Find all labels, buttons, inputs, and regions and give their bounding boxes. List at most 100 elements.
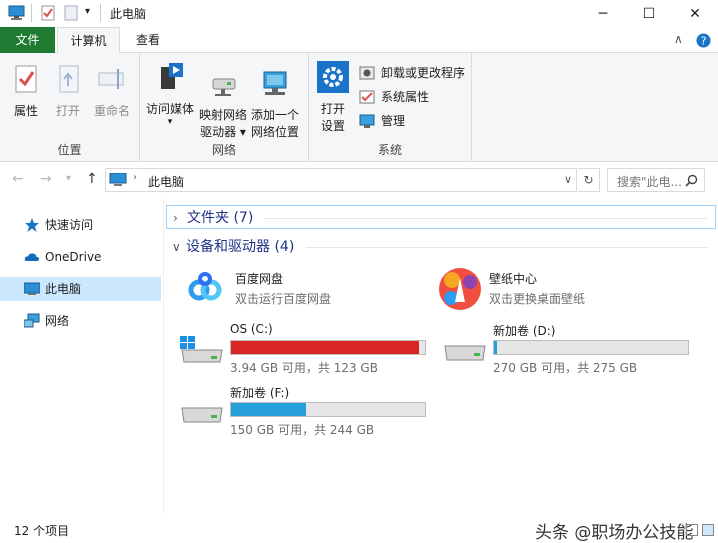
- new-folder-icon[interactable]: [63, 5, 79, 21]
- app-name: 壁纸中心: [489, 272, 538, 286]
- uninstall-label: 卸载或更改程序: [381, 66, 466, 80]
- nav-item-network[interactable]: 网络: [0, 309, 161, 333]
- customize-toolbar-chevron-icon[interactable]: ▾: [85, 6, 90, 17]
- help-icon[interactable]: ?: [696, 33, 711, 48]
- tab-file[interactable]: 文件: [0, 27, 55, 53]
- search-input[interactable]: 搜索"此电...: [607, 168, 705, 192]
- drive-d[interactable]: 新加卷 (D:) 270 GB 可用，共 275 GB: [443, 322, 693, 378]
- breadcrumb-current[interactable]: 此电脑: [148, 173, 184, 190]
- address-dropdown-icon[interactable]: ∨: [564, 173, 572, 186]
- group-header-devices[interactable]: ∨ 设备和驱动器 (4): [166, 235, 716, 259]
- expand-chevron-icon[interactable]: ›: [173, 206, 178, 230]
- window-title: 此电脑: [110, 7, 147, 21]
- add-network-location-label-2: 网络位置: [250, 125, 299, 139]
- windows-drive-icon: [180, 336, 223, 363]
- drive-usage-bar: [230, 340, 426, 355]
- tab-computer[interactable]: 计算机: [57, 27, 120, 54]
- nav-item-this-pc[interactable]: 此电脑: [0, 277, 161, 301]
- properties-check-icon[interactable]: [40, 5, 56, 21]
- computer-icon: [109, 173, 127, 186]
- tiles-view-icon[interactable]: [702, 524, 714, 536]
- group-title: 设备和驱动器 (4): [186, 239, 295, 255]
- address-bar[interactable]: › 此电脑 ∨: [105, 168, 577, 192]
- drive-c[interactable]: OS (C:) 3.94 GB 可用，共 123 GB: [180, 322, 430, 378]
- group-label-location: 位置: [57, 143, 82, 157]
- svg-text:?: ?: [701, 35, 707, 48]
- drive-f[interactable]: 新加卷 (F:) 150 GB 可用，共 244 GB: [180, 384, 430, 440]
- nav-item-label: 快速访问: [45, 218, 94, 232]
- uninstall-programs-button[interactable]: 卸载或更改程序: [359, 63, 465, 83]
- group-header-folders[interactable]: › 文件夹 (7): [166, 205, 716, 229]
- star-icon: [25, 218, 39, 232]
- collapse-chevron-icon[interactable]: ∨: [172, 235, 181, 259]
- divider: [31, 4, 32, 22]
- refresh-button[interactable]: ↻: [578, 168, 600, 192]
- nav-item-label: OneDrive: [45, 250, 102, 264]
- details-view-icon[interactable]: [686, 524, 698, 536]
- drive-usage-fill: [494, 341, 498, 354]
- uninstall-icon: [359, 66, 375, 80]
- nav-item-onedrive[interactable]: OneDrive: [0, 245, 161, 269]
- rename-icon: [98, 69, 124, 89]
- nav-item-label: 网络: [45, 314, 70, 328]
- open-icon: [59, 65, 79, 93]
- pane-splitter[interactable]: [163, 199, 164, 514]
- search-icon: [685, 174, 698, 187]
- map-network-drive-label-1: 映射网络: [198, 108, 247, 122]
- rename-button[interactable]: 重命名: [90, 63, 134, 120]
- open-label: 打开: [55, 104, 80, 118]
- drive-usage-fill: [231, 403, 306, 416]
- system-properties-icon: [359, 90, 375, 104]
- app-baidu-netdisk[interactable]: 百度网盘 双击运行百度网盘: [183, 266, 423, 310]
- computer-icon[interactable]: [8, 5, 26, 21]
- ribbon-group-location: 属性 打开 重命名 位置: [0, 53, 140, 162]
- group-divider: [265, 218, 707, 219]
- open-button[interactable]: 打开: [48, 63, 88, 120]
- watermark: 头条 @职场办公技能: [535, 523, 694, 543]
- network-drive-icon: [212, 78, 236, 96]
- ribbon: 属性 打开 重命名 位置 访问媒体 ▾ 映射网络 驱动器 ▾ 添加一个 网络位置…: [0, 53, 718, 162]
- ribbon-tabs: 文件 计算机 查看 ∧ ?: [0, 27, 718, 54]
- maximize-button[interactable]: ☐: [626, 0, 672, 27]
- app-description: 双击运行百度网盘: [235, 292, 332, 306]
- divider: [100, 4, 101, 22]
- add-network-location-label-1: 添加一个: [250, 108, 299, 122]
- forward-arrow-icon[interactable]: →: [40, 171, 52, 187]
- group-label-system: 系统: [377, 143, 402, 157]
- group-divider: [306, 247, 708, 248]
- settings-gear-icon: [317, 61, 349, 93]
- manage-button[interactable]: 管理: [359, 111, 405, 131]
- open-settings-button[interactable]: 打开 设置: [313, 61, 353, 135]
- rename-label: 重命名: [93, 104, 130, 118]
- close-button[interactable]: ✕: [672, 0, 718, 27]
- collapse-ribbon-chevron-icon[interactable]: ∧: [674, 32, 683, 46]
- properties-button[interactable]: 属性: [6, 63, 46, 120]
- computer-icon: [24, 282, 40, 295]
- tab-view[interactable]: 查看: [122, 27, 174, 53]
- manage-label: 管理: [381, 114, 406, 128]
- group-label-network: 网络: [211, 143, 236, 157]
- hard-drive-icon: [444, 345, 486, 361]
- access-media-label: 访问媒体: [145, 102, 194, 116]
- hard-drive-icon: [181, 407, 223, 423]
- ribbon-group-network: 访问媒体 ▾ 映射网络 驱动器 ▾ 添加一个 网络位置 网络: [140, 53, 309, 162]
- drive-name: OS (C:): [230, 322, 273, 336]
- breadcrumb-chevron-icon[interactable]: ›: [133, 172, 137, 183]
- drive-free-space: 270 GB 可用，共 275 GB: [493, 361, 638, 375]
- up-arrow-icon[interactable]: ↑: [86, 171, 98, 187]
- drive-usage-bar: [493, 340, 689, 355]
- nav-item-quick-access[interactable]: 快速访问: [0, 213, 161, 237]
- back-arrow-icon[interactable]: ←: [12, 171, 24, 187]
- map-network-drive-button[interactable]: 映射网络 驱动器 ▾: [196, 67, 250, 141]
- system-properties-button[interactable]: 系统属性: [359, 87, 429, 107]
- drive-free-space: 3.94 GB 可用，共 123 GB: [230, 361, 378, 375]
- recent-locations-chevron-icon[interactable]: ▾: [66, 173, 71, 184]
- wallpaper-center-icon: [439, 268, 481, 310]
- minimize-button[interactable]: ─: [580, 0, 626, 27]
- access-media-button[interactable]: 访问媒体 ▾: [143, 61, 197, 127]
- add-network-location-button[interactable]: 添加一个 网络位置: [248, 67, 302, 141]
- network-location-icon: [263, 71, 287, 95]
- network-icon: [24, 313, 40, 328]
- ribbon-group-system: 打开 设置 卸载或更改程序 系统属性 管理 系统: [309, 53, 472, 162]
- app-wallpaper-center[interactable]: 壁纸中心 双击更换桌面壁纸: [437, 266, 677, 310]
